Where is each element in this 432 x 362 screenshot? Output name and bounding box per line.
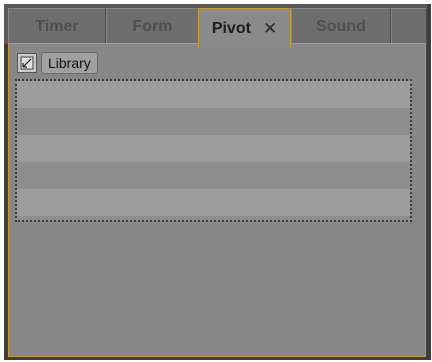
list-item[interactable]	[17, 162, 410, 189]
tab-label: Timer	[35, 17, 79, 35]
pivot-list[interactable]	[15, 79, 412, 222]
tab-form[interactable]: Form	[106, 8, 199, 44]
library-button[interactable]: Library	[41, 52, 98, 74]
tab-label: Sound	[316, 17, 366, 35]
tab-bar: Timer Form Pivot ✕ Sound	[4, 4, 427, 48]
tab-sound[interactable]: Sound	[291, 8, 391, 44]
tab-label: Pivot	[211, 19, 251, 37]
tab-pivot[interactable]: Pivot ✕	[198, 8, 291, 48]
pivot-library-icon[interactable]	[17, 53, 37, 73]
edit-icon	[20, 56, 34, 70]
list-item[interactable]	[17, 189, 410, 216]
list-item[interactable]	[17, 108, 410, 135]
pivot-panel: Library	[8, 43, 426, 357]
library-button-label: Library	[48, 55, 91, 71]
tab-timer[interactable]: Timer	[8, 8, 106, 44]
list-item[interactable]	[17, 135, 410, 162]
close-icon[interactable]: ✕	[263, 19, 277, 39]
tab-overflow[interactable]	[391, 8, 427, 44]
tab-label: Form	[132, 17, 173, 35]
list-item[interactable]	[17, 81, 410, 108]
